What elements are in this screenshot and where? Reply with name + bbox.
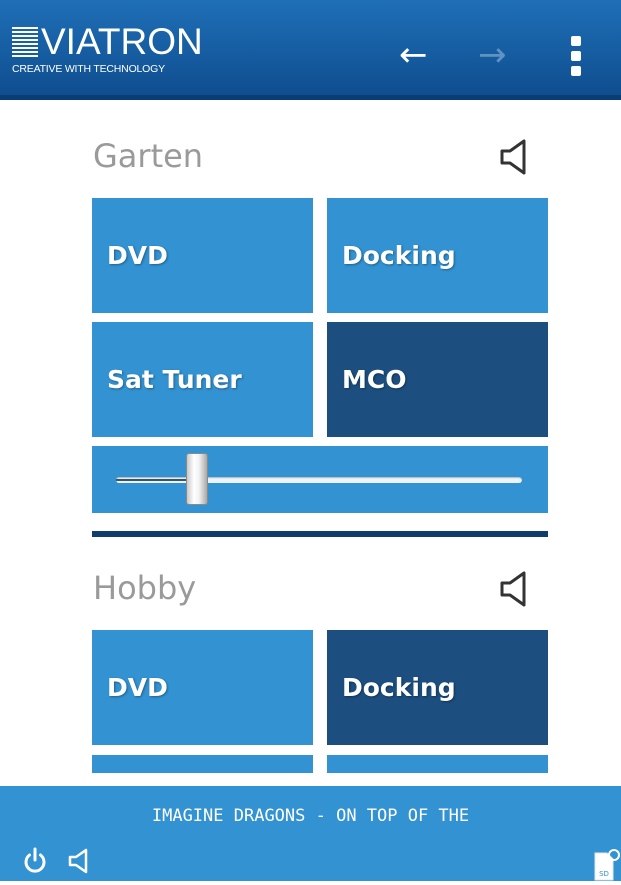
sd-card-label: SD: [599, 870, 609, 878]
speaker-icon: [500, 571, 526, 607]
source-tile-label: DVD: [107, 673, 168, 702]
menu-button[interactable]: [569, 36, 583, 78]
logo-tagline: CREATIVE WITH TECHNOLOGY: [12, 63, 165, 75]
now-playing-bar: IMAGINE DRAGONS - ON TOP OF THE SD: [0, 786, 621, 881]
source-tile-label: MCO: [342, 365, 407, 394]
source-tile-docking[interactable]: Docking: [327, 630, 548, 745]
zone-title-hobby: Hobby: [93, 569, 197, 607]
source-tile-partial[interactable]: [327, 755, 548, 773]
power-button[interactable]: [22, 847, 48, 875]
zone-speaker-button-hobby[interactable]: [498, 569, 532, 609]
zone-title-garten: Garten: [93, 137, 204, 175]
zone-divider: [92, 531, 548, 537]
source-tile-mco[interactable]: MCO: [327, 322, 548, 437]
now-playing-text: IMAGINE DRAGONS - ON TOP OF THE: [151, 806, 470, 826]
source-tile-label: Docking: [342, 241, 456, 270]
slider-thumb[interactable]: [186, 453, 209, 505]
source-tile-label: Docking: [342, 673, 456, 702]
forward-button[interactable]: →: [478, 38, 507, 72]
mute-button[interactable]: [68, 847, 90, 875]
volume-slider-garten[interactable]: [92, 446, 548, 513]
source-tile-sat-tuner[interactable]: Sat Tuner: [92, 322, 313, 437]
power-icon: [24, 847, 46, 873]
speaker-icon: [68, 848, 88, 874]
sd-card-button[interactable]: SD: [592, 849, 620, 881]
logo-stripes-icon: [12, 27, 38, 57]
logo-wordmark: VIATRON: [41, 21, 203, 62]
back-button[interactable]: ←: [399, 38, 428, 72]
kebab-menu-icon: [569, 36, 583, 76]
speaker-icon: [500, 139, 526, 175]
app-header: VIATRON CREATIVE WITH TECHNOLOGY ← →: [0, 0, 621, 100]
zone-speaker-button-garten[interactable]: [498, 137, 532, 177]
source-tile-label: DVD: [107, 241, 168, 270]
arrow-left-icon: ←: [399, 35, 428, 75]
slider-track[interactable]: [116, 477, 522, 483]
source-tile-dvd[interactable]: DVD: [92, 198, 313, 313]
source-tile-dvd[interactable]: DVD: [92, 630, 313, 745]
source-tile-docking[interactable]: Docking: [327, 198, 548, 313]
sd-card-icon: SD: [594, 849, 620, 881]
source-tile-partial[interactable]: [92, 755, 313, 773]
slider-fill: [116, 479, 198, 481]
source-tile-label: Sat Tuner: [107, 365, 242, 394]
viatron-logo: VIATRON CREATIVE WITH TECHNOLOGY: [12, 21, 203, 75]
arrow-right-icon: →: [478, 35, 507, 75]
